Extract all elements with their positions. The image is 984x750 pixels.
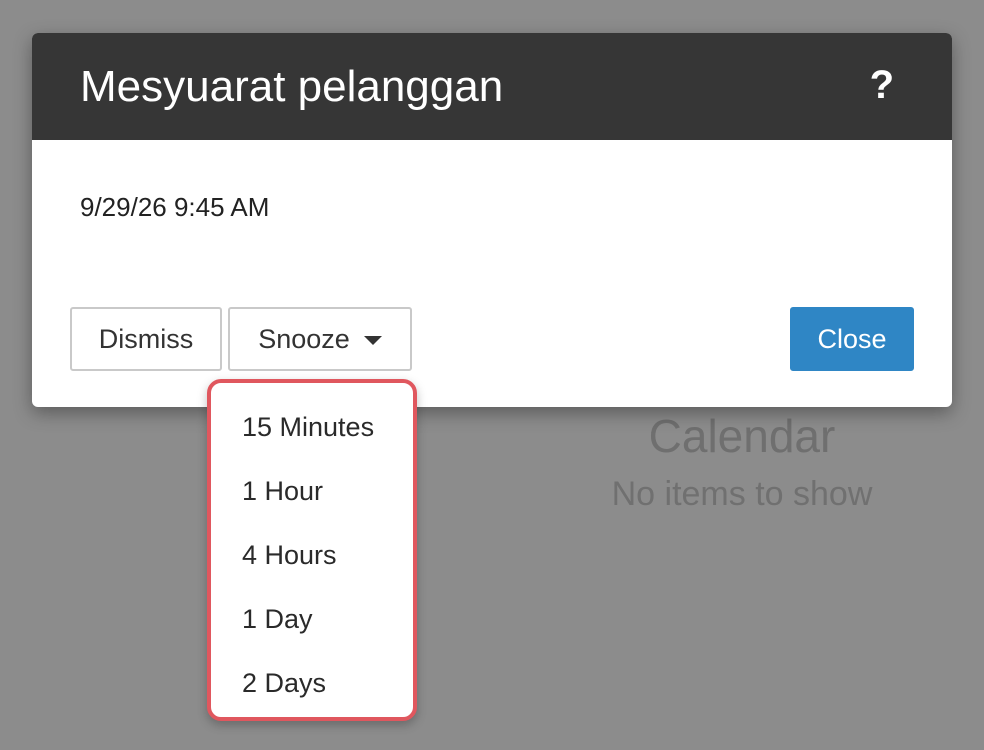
dismiss-button[interactable]: Dismiss: [70, 307, 222, 371]
dialog-title: Mesyuarat pelanggan: [80, 62, 504, 111]
caret-down-icon: [363, 336, 382, 345]
snooze-option-15-minutes[interactable]: 15 Minutes: [211, 395, 413, 459]
reminder-dialog: Mesyuarat pelanggan ? 9/29/26 9:45 AM Di…: [32, 33, 952, 407]
help-button[interactable]: ?: [870, 61, 894, 109]
snooze-option-1-hour[interactable]: 1 Hour: [211, 459, 413, 523]
dismiss-button-label: Dismiss: [98, 323, 194, 354]
snooze-menu: 15 Minutes 1 Hour 4 Hours 1 Day 2 Days: [207, 379, 417, 721]
reminder-datetime: 9/29/26 9:45 AM: [80, 192, 270, 222]
snooze-option-4-hours[interactable]: 4 Hours: [211, 523, 413, 587]
calendar-heading: Calendar: [648, 410, 836, 462]
background-calendar: Calendar No items to show: [600, 410, 884, 514]
dialog-header: Mesyuarat pelanggan ?: [32, 33, 952, 140]
close-button-label: Close: [817, 323, 887, 354]
snooze-dropdown-button[interactable]: Snooze: [228, 307, 412, 371]
close-button[interactable]: Close: [790, 307, 914, 371]
calendar-empty-message: No items to show: [611, 475, 873, 513]
snooze-option-1-day[interactable]: 1 Day: [211, 587, 413, 651]
snooze-button-label: Snooze: [258, 323, 350, 354]
snooze-option-2-days[interactable]: 2 Days: [211, 651, 413, 715]
